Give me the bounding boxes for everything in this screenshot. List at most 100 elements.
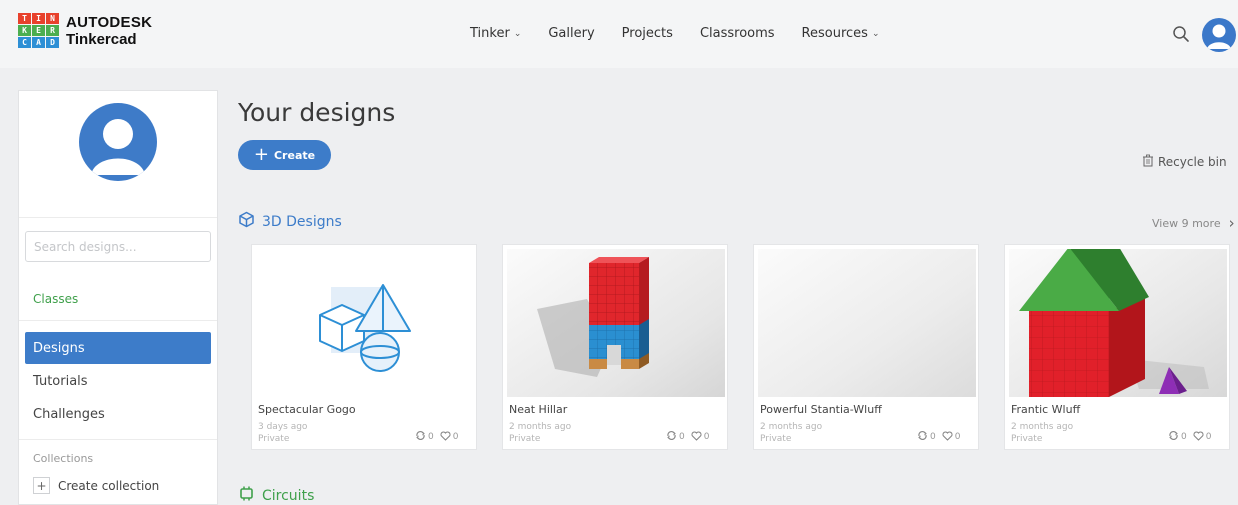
sidebar: Classes Designs Tutorials Challenges Col… (18, 90, 218, 505)
design-name: Spectacular Gogo (258, 403, 356, 416)
heart-icon[interactable] (1193, 430, 1204, 444)
heart-icon[interactable] (440, 430, 451, 444)
divider (19, 439, 217, 440)
section-label: 3D Designs (262, 213, 342, 230)
design-time: 2 months ago (509, 422, 572, 432)
recycle-bin-label: Recycle bin (1158, 155, 1227, 169)
like-count: 0 (1205, 432, 1212, 442)
user-avatar[interactable] (1202, 18, 1236, 52)
design-card[interactable]: Frantic Wluff 2 months ago Private 0 0 (1004, 244, 1230, 450)
sidebar-item-challenges[interactable]: Challenges (25, 398, 211, 430)
logo-letter: D (46, 37, 59, 48)
design-name: Powerful Stantia-Wluff (760, 403, 882, 416)
logo-wordmark: AUTODESK Tinkercad (66, 15, 152, 47)
circuit-icon (238, 486, 255, 505)
chevron-down-icon: ⌄ (871, 28, 880, 39)
recycle-bin-button[interactable]: Recycle bin (1142, 154, 1227, 170)
section-3d-designs: 3D Designs (238, 211, 342, 232)
design-card[interactable]: Spectacular Gogo 3 days ago Private 0 0 (251, 244, 477, 450)
sidebar-item-designs[interactable]: Designs (25, 332, 211, 364)
design-privacy: Private (1011, 434, 1043, 444)
nav-classrooms[interactable]: Classrooms (700, 26, 775, 41)
design-name: Neat Hillar (509, 403, 568, 416)
design-name: Frantic Wluff (1011, 403, 1081, 416)
design-privacy: Private (258, 434, 290, 444)
logo-letter: K (18, 25, 31, 36)
nav-label: Gallery (548, 26, 595, 41)
logo-letter: A (32, 37, 45, 48)
profile-avatar[interactable] (79, 103, 157, 181)
tinker-icon (917, 430, 928, 444)
design-time: 2 months ago (760, 422, 823, 432)
heart-icon[interactable] (691, 430, 702, 444)
design-privacy: Private (509, 434, 541, 444)
tinker-count: 0 (428, 432, 434, 442)
create-label: Create (273, 148, 316, 162)
plus-icon: + (253, 144, 269, 165)
top-header: T I N K E R C A D AUTODESK Tinkercad Tin… (0, 0, 1238, 68)
section-circuits: Circuits (238, 486, 314, 505)
design-card[interactable]: Powerful Stantia-Wluff 2 months ago Priv… (753, 244, 979, 450)
logo-letter: T (18, 13, 31, 24)
collections-heading: Collections (33, 452, 94, 465)
logo-letter: N (46, 13, 59, 24)
main-nav: Tinker ⌄ Gallery Projects Classrooms Res… (470, 26, 879, 41)
design-card[interactable]: Neat Hillar 2 months ago Private 0 0 (502, 244, 728, 450)
logo-grid: T I N K E R C A D (18, 13, 59, 48)
cube-icon (238, 211, 255, 232)
view-more-label: View 9 more (1152, 216, 1221, 230)
logo-letter: I (32, 13, 45, 24)
nav-label: Tinker (470, 26, 510, 41)
tinker-count: 0 (930, 432, 936, 442)
logo-letter: C (18, 37, 31, 48)
page-title: Your designs (238, 98, 396, 127)
design-stats: 0 0 (917, 430, 960, 444)
divider (19, 320, 217, 321)
like-count: 0 (954, 432, 961, 442)
design-thumbnail-empty (758, 249, 976, 397)
brand-line-2: Tinkercad (66, 30, 137, 48)
nav-label: Projects (621, 26, 673, 41)
search-designs-input[interactable] (25, 231, 211, 262)
nav-label: Resources (801, 26, 868, 41)
design-thumbnail-shapes (256, 249, 474, 397)
nav-tinker[interactable]: Tinker ⌄ (470, 26, 521, 41)
design-thumbnail-blocks (507, 249, 725, 397)
tinkercad-logo[interactable]: T I N K E R C A D AUTODESK Tinkercad (18, 13, 152, 48)
nav-gallery[interactable]: Gallery (548, 26, 594, 41)
tinker-icon (1168, 430, 1179, 444)
design-stats: 0 0 (1168, 430, 1211, 444)
tinker-icon (666, 430, 677, 444)
view-more-link[interactable]: View 9 more › (1152, 214, 1235, 232)
tinker-icon (415, 430, 426, 444)
design-time: 2 months ago (1011, 422, 1074, 432)
design-thumbnail-house (1009, 249, 1227, 397)
sidebar-item-tutorials[interactable]: Tutorials (25, 365, 211, 397)
like-count: 0 (703, 432, 710, 442)
profile-area (19, 91, 217, 218)
create-collection-label: Create collection (58, 478, 160, 493)
nav-label: Classrooms (699, 26, 775, 41)
sidebar-item-classes[interactable]: Classes (33, 292, 78, 306)
design-time: 3 days ago (258, 422, 308, 432)
plus-icon: + (33, 477, 50, 494)
heart-icon[interactable] (942, 430, 953, 444)
brand-line-1: AUTODESK (66, 13, 153, 31)
chevron-down-icon: ⌄ (513, 28, 522, 39)
trash-icon (1142, 154, 1154, 170)
create-button[interactable]: + Create (238, 140, 331, 170)
nav-resources[interactable]: Resources ⌄ (802, 26, 880, 41)
design-privacy: Private (760, 434, 792, 444)
tinker-count: 0 (679, 432, 685, 442)
section-label: Circuits (262, 487, 315, 504)
chevron-right-icon: › (1228, 214, 1235, 232)
design-stats: 0 0 (415, 430, 458, 444)
like-count: 0 (452, 432, 459, 442)
tinker-count: 0 (1181, 432, 1187, 442)
logo-letter: R (46, 25, 59, 36)
logo-letter: E (32, 25, 45, 36)
nav-projects[interactable]: Projects (622, 26, 673, 41)
search-icon[interactable] (1172, 25, 1190, 47)
create-collection-button[interactable]: + Create collection (33, 477, 159, 494)
design-stats: 0 0 (666, 430, 709, 444)
